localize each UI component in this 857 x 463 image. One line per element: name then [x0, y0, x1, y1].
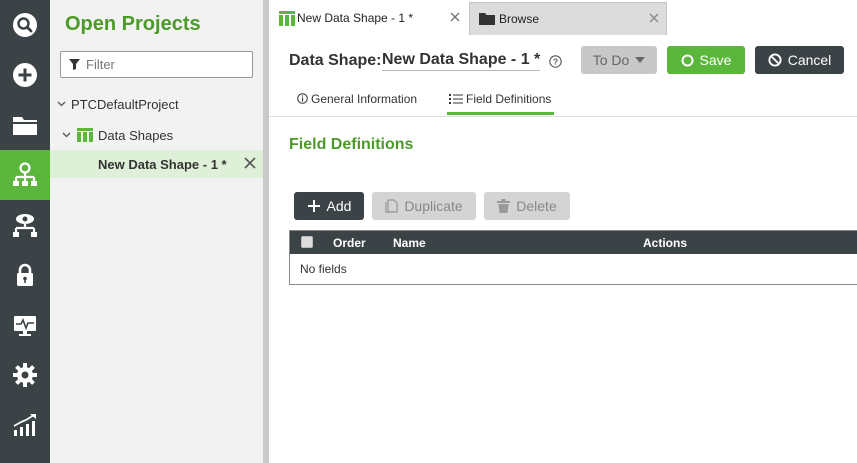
folder-icon [479, 13, 495, 25]
tree-item-label: PTCDefaultProject [71, 97, 179, 112]
folder-icon [13, 117, 37, 135]
entity-type-label: Data Shape: [289, 52, 382, 69]
svg-text:?: ? [553, 57, 558, 67]
filter-input[interactable] [86, 52, 246, 77]
rail-monitoring-button[interactable] [0, 300, 50, 350]
empty-grid-message: No fields [300, 262, 347, 276]
tree-item-label: Data Shapes [98, 128, 174, 143]
todo-label: To Do [592, 52, 630, 68]
tab-new-data-shape[interactable]: New Data Shape - 1 * [275, 2, 465, 35]
search-icon [13, 13, 37, 37]
rail-new-button[interactable] [0, 50, 50, 100]
cancel-button[interactable]: Cancel [755, 46, 844, 74]
rail-search-button[interactable] [0, 0, 50, 50]
data-shape-icon [77, 128, 93, 142]
list-icon [449, 94, 463, 104]
help-icon[interactable]: ? [549, 55, 562, 68]
close-icon[interactable] [450, 12, 460, 22]
duplicate-button[interactable]: Duplicate [372, 192, 476, 220]
editor-tab-bar: New Data Shape - 1 * Browse [269, 0, 857, 35]
select-all-checkbox[interactable] [301, 236, 313, 248]
tree-item-project[interactable]: PTCDefaultProject [50, 90, 263, 118]
todo-dropdown-button[interactable]: To Do [581, 46, 657, 74]
tab-label: Browse [499, 12, 540, 26]
chevron-down-icon[interactable] [62, 130, 71, 139]
monitoring-icon [14, 316, 36, 336]
model-hierarchy-icon [13, 162, 37, 186]
duplicate-icon [385, 199, 398, 213]
tab-general-information[interactable]: General Information [297, 85, 417, 115]
caret-down-icon [635, 56, 646, 63]
tree-item-label: New Data Shape - 1 * [98, 157, 227, 172]
field-definitions-panel [269, 117, 857, 463]
panel-title: Open Projects [65, 13, 201, 35]
delete-label: Delete [516, 198, 557, 214]
tab-browse[interactable]: Browse [469, 2, 667, 35]
tree-item-data-shapes[interactable]: Data Shapes [50, 121, 263, 149]
grid-header: Order Name Actions [290, 231, 857, 254]
info-icon [297, 93, 308, 104]
fields-grid: Order Name Actions No fields [289, 230, 857, 285]
delete-button[interactable]: Delete [484, 192, 570, 220]
data-shape-icon [279, 11, 295, 26]
gear-icon [13, 363, 37, 387]
chevron-down-icon[interactable] [57, 99, 66, 108]
section-title: Field Definitions [289, 136, 414, 153]
duplicate-label: Duplicate [404, 198, 463, 214]
tab-field-definitions[interactable]: Field Definitions [447, 85, 554, 115]
rail-system-button[interactable] [0, 350, 50, 400]
circle-icon [681, 54, 694, 66]
open-projects-panel: Open Projects PTCDefaultProject Data Sha… [50, 0, 263, 463]
analytics-icon [13, 414, 36, 436]
filter-field[interactable] [60, 51, 253, 78]
column-header-actions: Actions [643, 236, 688, 250]
trash-icon [497, 199, 511, 213]
left-nav-rail [0, 0, 50, 463]
save-label: Save [699, 52, 732, 68]
close-icon[interactable] [649, 13, 659, 23]
visibility-icon [13, 214, 37, 237]
tab-label: New Data Shape - 1 * [297, 11, 414, 25]
column-header-order[interactable]: Order [333, 236, 366, 250]
column-header-name[interactable]: Name [393, 236, 426, 250]
add-icon [13, 63, 37, 87]
save-button[interactable]: Save [667, 46, 745, 74]
subtab-label: Field Definitions [466, 92, 552, 106]
rail-visibility-button[interactable] [0, 200, 50, 250]
rail-modeling-button[interactable] [0, 150, 50, 200]
rail-security-button[interactable] [0, 250, 50, 300]
filter-icon [69, 59, 80, 70]
plus-icon [307, 200, 320, 212]
close-icon[interactable] [243, 156, 257, 170]
cancel-icon [768, 53, 782, 67]
cancel-label: Cancel [787, 52, 832, 68]
lock-icon [17, 263, 33, 286]
add-button[interactable]: Add [294, 192, 364, 220]
rail-browse-button[interactable] [0, 100, 50, 150]
subtab-label: General Information [311, 92, 418, 106]
tree-item-new-data-shape[interactable]: New Data Shape - 1 * [50, 150, 263, 178]
add-label: Add [326, 198, 352, 214]
entity-name-field[interactable]: New Data Shape - 1 * [382, 51, 541, 71]
rail-analytics-button[interactable] [0, 400, 50, 450]
